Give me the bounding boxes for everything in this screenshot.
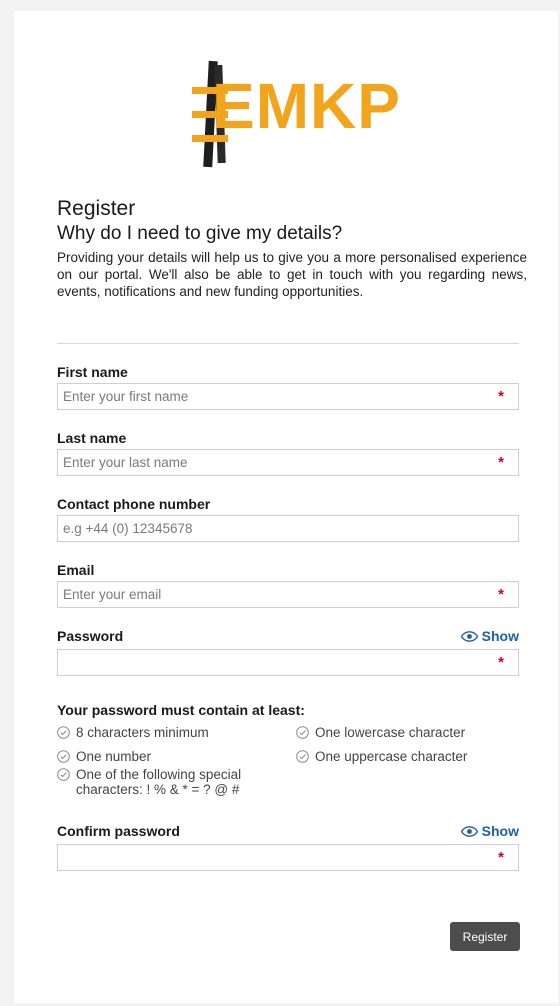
confirm-password-show-toggle[interactable]: Show	[460, 822, 519, 840]
password-rule-text: One lowercase character	[315, 725, 466, 740]
password-field-wrapper: *	[57, 649, 519, 676]
required-indicator: *	[498, 454, 504, 471]
check-circle-icon	[57, 768, 70, 781]
confirm-password-input[interactable]	[58, 845, 488, 870]
intro-description: Providing your details will help us to g…	[57, 250, 527, 299]
password-input[interactable]	[58, 650, 488, 675]
eye-icon	[460, 825, 478, 837]
show-label: Show	[481, 628, 519, 644]
last-name-label: Last name	[57, 430, 127, 446]
email-label: Email	[57, 562, 95, 578]
email-field-wrapper: *	[57, 581, 519, 608]
register-button[interactable]: Register	[450, 922, 520, 951]
page-title: Register	[57, 197, 136, 220]
password-rule: One number	[57, 749, 151, 764]
emkp-logo: EMKP	[192, 59, 412, 169]
show-label: Show	[481, 823, 519, 839]
required-indicator: *	[498, 586, 504, 603]
password-rule: One uppercase character	[296, 749, 467, 764]
check-circle-icon	[57, 726, 70, 739]
first-name-input[interactable]	[58, 384, 488, 409]
password-label: Password	[57, 628, 124, 644]
phone-label: Contact phone number	[57, 496, 211, 512]
first-name-field-wrapper: *	[57, 383, 519, 410]
password-rule: One of the following special characters:…	[57, 767, 267, 797]
password-show-toggle[interactable]: Show	[460, 627, 519, 645]
password-rule: One lowercase character	[296, 725, 465, 740]
register-card: EMKP Register Why do I need to give my d…	[14, 11, 558, 1003]
required-indicator: *	[498, 654, 504, 671]
password-rule-text: One uppercase character	[315, 749, 468, 764]
required-indicator: *	[498, 388, 504, 405]
check-circle-icon	[296, 726, 309, 739]
page-subtitle: Why do I need to give my details?	[57, 223, 343, 244]
section-divider	[57, 343, 519, 344]
eye-icon	[460, 630, 478, 642]
email-input[interactable]	[58, 582, 488, 607]
password-rule-text: One of the following special characters:…	[76, 767, 242, 797]
first-name-label: First name	[57, 364, 128, 380]
phone-input[interactable]	[58, 516, 488, 541]
confirm-password-label: Confirm password	[57, 823, 180, 839]
confirm-password-field-wrapper: *	[57, 844, 519, 871]
check-circle-icon	[296, 750, 309, 763]
phone-field-wrapper	[57, 515, 519, 542]
password-rule: 8 characters minimum	[57, 725, 209, 740]
last-name-field-wrapper: *	[57, 449, 519, 476]
password-rules-heading: Your password must contain at least:	[57, 702, 305, 718]
password-rule-text: 8 characters minimum	[76, 725, 209, 740]
check-circle-icon	[57, 750, 70, 763]
password-rule-text: One number	[76, 749, 152, 764]
last-name-input[interactable]	[58, 450, 488, 475]
required-indicator: *	[498, 849, 504, 866]
logo-text: EMKP	[212, 70, 401, 142]
